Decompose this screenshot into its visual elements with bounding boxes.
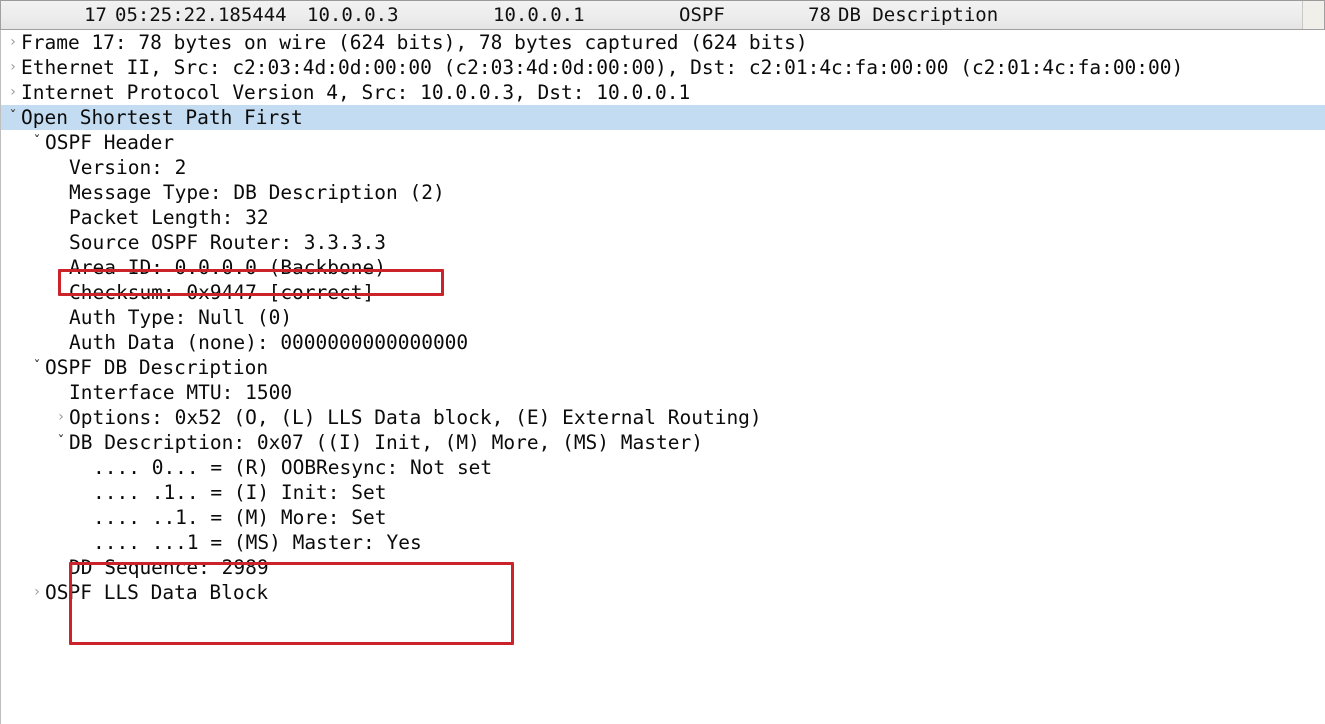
chevron-down-icon[interactable]: ˇ (29, 130, 45, 155)
tree-row-label: Auth Type: Null (0) (69, 306, 293, 329)
tree-row-label: OSPF LLS Data Block (45, 581, 269, 604)
packet-list-row[interactable]: 17 05:25:22.185444 10.0.0.3 10.0.0.1 OSP… (1, 1, 1304, 29)
chevron-down-icon[interactable]: ˇ (5, 105, 21, 130)
tree-row[interactable]: › Options: 0x52 (O, (L) LLS Data block, (… (1, 405, 1325, 430)
tree-row[interactable]: Packet Length: 32 (1, 205, 1325, 230)
tree-row[interactable]: .... ...1 = (MS) Master: Yes (1, 530, 1325, 555)
tree-row[interactable]: ˇ OSPF Header (1, 130, 1325, 155)
tree-row[interactable]: › Internet Protocol Version 4, Src: 10.0.… (1, 80, 1325, 105)
packet-length-cell: 78 (808, 4, 831, 26)
twisty-spacer-icon (53, 205, 69, 230)
tree-row-label: .... 0... = (R) OOBResync: Not set (93, 456, 493, 479)
chevron-right-icon[interactable]: › (5, 80, 21, 105)
chevron-right-icon[interactable]: › (53, 405, 69, 430)
chevron-right-icon[interactable]: › (5, 30, 21, 55)
tree-row[interactable]: › Frame 17: 78 bytes on wire (624 bits), … (1, 30, 1325, 55)
tree-row[interactable]: › OSPF LLS Data Block (1, 580, 1325, 605)
tree-row[interactable]: Area ID: 0.0.0.0 (Backbone) (1, 255, 1325, 280)
tree-row-label: .... ...1 = (MS) Master: Yes (93, 531, 422, 554)
twisty-spacer-icon (77, 505, 93, 530)
tree-row[interactable]: › Ethernet II, Src: c2:03:4d:0d:00:00 (c2… (1, 55, 1325, 80)
chevron-right-icon[interactable]: › (5, 55, 21, 80)
twisty-spacer-icon (53, 330, 69, 355)
twisty-spacer-icon (53, 555, 69, 580)
twisty-spacer-icon (53, 155, 69, 180)
tree-row[interactable]: ˇ DB Description: 0x07 ((I) Init, (M) Mor… (1, 430, 1325, 455)
packet-source-cell: 10.0.0.3 (307, 4, 399, 26)
packet-list-pane[interactable]: 17 05:25:22.185444 10.0.0.3 10.0.0.1 OSP… (0, 0, 1325, 30)
twisty-spacer-icon (77, 480, 93, 505)
packet-number-cell: 17 (84, 4, 107, 26)
tree-row[interactable]: Checksum: 0x9447 [correct] (1, 280, 1325, 305)
twisty-spacer-icon (53, 255, 69, 280)
packet-protocol-cell: OSPF (679, 4, 725, 26)
tree-row-label: Frame 17: 78 bytes on wire (624 bits), 7… (21, 31, 808, 54)
tree-row-label: Source OSPF Router: 3.3.3.3 (69, 231, 386, 254)
tree-row-label: Internet Protocol Version 4, Src: 10.0.0… (21, 81, 691, 104)
packet-list-scrollbar-corner[interactable] (1302, 1, 1324, 29)
tree-row-label: Area ID: 0.0.0.0 (Backbone) (69, 256, 386, 279)
tree-row-label: Interface MTU: 1500 (69, 381, 293, 404)
tree-row[interactable]: Message Type: DB Description (2) (1, 180, 1325, 205)
tree-row[interactable]: Source OSPF Router: 3.3.3.3 (1, 230, 1325, 255)
tree-row[interactable]: Interface MTU: 1500 (1, 380, 1325, 405)
twisty-spacer-icon (53, 180, 69, 205)
tree-row-label: DD Sequence: 2989 (69, 556, 269, 579)
tree-row[interactable]: ˇ Open Shortest Path First (1, 105, 1325, 130)
tree-row[interactable]: Auth Type: Null (0) (1, 305, 1325, 330)
twisty-spacer-icon (53, 305, 69, 330)
packet-destination-cell: 10.0.0.1 (493, 4, 585, 26)
packet-time-cell: 05:25:22.185444 (115, 4, 287, 26)
chevron-right-icon[interactable]: › (29, 580, 45, 605)
tree-row-label: .... ..1. = (M) More: Set (93, 506, 387, 529)
twisty-spacer-icon (53, 280, 69, 305)
twisty-spacer-icon (53, 380, 69, 405)
tree-row-label: Open Shortest Path First (21, 106, 303, 129)
tree-row-label: Ethernet II, Src: c2:03:4d:0d:00:00 (c2:… (21, 56, 1184, 79)
tree-row[interactable]: .... 0... = (R) OOBResync: Not set (1, 455, 1325, 480)
tree-row[interactable]: .... .1.. = (I) Init: Set (1, 480, 1325, 505)
packet-info-cell: DB Description (838, 4, 999, 26)
tree-row[interactable]: DD Sequence: 2989 (1, 555, 1325, 580)
tree-row-label: Version: 2 (69, 156, 187, 179)
tree-row-label: Options: 0x52 (O, (L) LLS Data block, (E… (69, 406, 762, 429)
tree-row[interactable]: ˇ OSPF DB Description (1, 355, 1325, 380)
tree-row-label: Auth Data (none): 0000000000000000 (69, 331, 469, 354)
tree-row-label: .... .1.. = (I) Init: Set (93, 481, 387, 504)
tree-row-label: Message Type: DB Description (2) (69, 181, 445, 204)
chevron-down-icon[interactable]: ˇ (53, 430, 69, 455)
twisty-spacer-icon (77, 455, 93, 480)
tree-row-label: Checksum: 0x9447 [correct] (69, 281, 375, 304)
twisty-spacer-icon (53, 230, 69, 255)
tree-row-label: OSPF DB Description (45, 356, 269, 379)
tree-row-label: DB Description: 0x07 ((I) Init, (M) More… (69, 431, 703, 454)
tree-row-label: Packet Length: 32 (69, 206, 269, 229)
chevron-down-icon[interactable]: ˇ (29, 355, 45, 380)
tree-row-label: OSPF Header (45, 131, 175, 154)
twisty-spacer-icon (77, 530, 93, 555)
tree-row[interactable]: Version: 2 (1, 155, 1325, 180)
tree-row[interactable]: .... ..1. = (M) More: Set (1, 505, 1325, 530)
tree-row[interactable]: Auth Data (none): 0000000000000000 (1, 330, 1325, 355)
packet-detail-pane[interactable]: › Frame 17: 78 bytes on wire (624 bits), … (0, 30, 1325, 724)
